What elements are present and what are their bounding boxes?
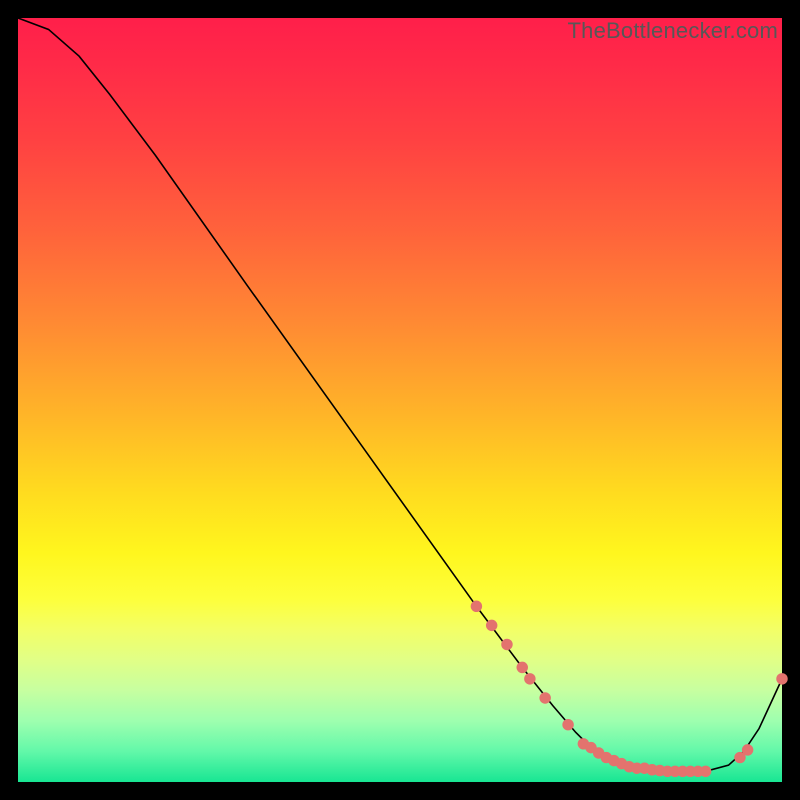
bottleneck-curve: [18, 18, 782, 771]
curve-marker: [524, 673, 535, 684]
curve-marker: [700, 766, 711, 777]
curve-markers: [471, 601, 788, 777]
curve-marker: [539, 692, 550, 703]
curve-marker: [501, 639, 512, 650]
curve-marker: [562, 719, 573, 730]
curve-marker: [742, 744, 753, 755]
curve-marker: [471, 601, 482, 612]
chart-svg: [18, 18, 782, 782]
curve-marker: [776, 673, 787, 684]
curve-marker: [486, 620, 497, 631]
chart-stage: TheBottlenecker.com: [0, 0, 800, 800]
curve-marker: [517, 662, 528, 673]
plot-area: TheBottlenecker.com: [18, 18, 782, 782]
